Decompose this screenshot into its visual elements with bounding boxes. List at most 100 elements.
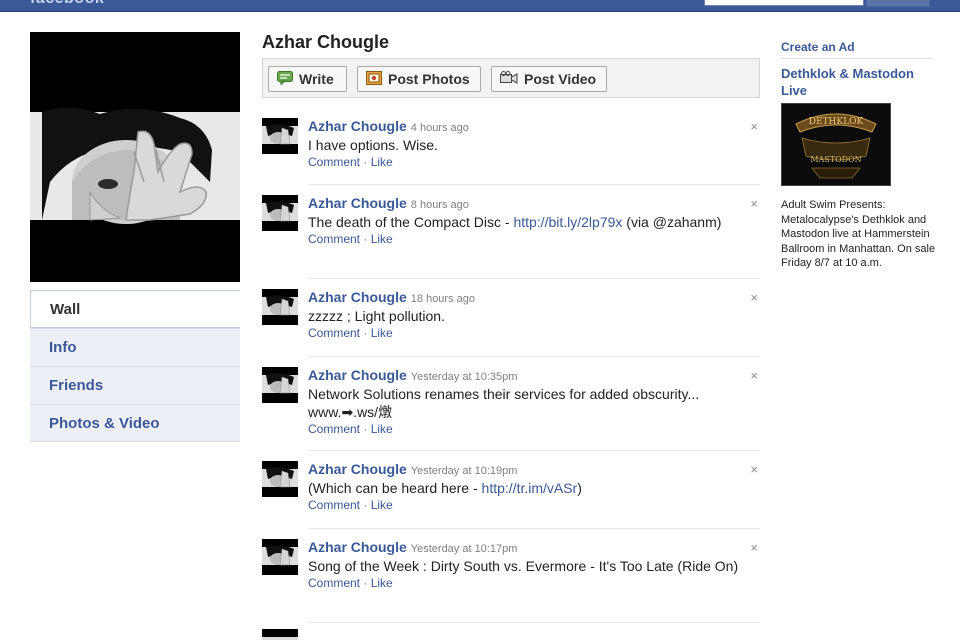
like-link[interactable]: Like: [371, 232, 393, 246]
avatar[interactable]: [262, 118, 298, 154]
avatar[interactable]: [262, 195, 298, 231]
story: Azhar Chougle 4 hours ago I have options.…: [262, 108, 760, 185]
profile-nav: Wall Info Friends Photos & Video: [30, 290, 240, 442]
story-text-suffix: (via @zahanm): [622, 214, 722, 230]
like-link[interactable]: Like: [371, 155, 393, 169]
story-actions: Comment · Like: [308, 498, 760, 512]
close-icon[interactable]: ×: [750, 196, 758, 211]
story-timestamp[interactable]: 4 hours ago: [411, 122, 469, 134]
ad-image-dethklok-text: DETHKLOK: [809, 117, 864, 127]
post-photos-label: Post Photos: [388, 71, 470, 87]
search-input[interactable]: [704, 0, 864, 6]
story-actor[interactable]: Azhar Chougle: [308, 195, 407, 211]
post-photos-button[interactable]: Post Photos: [357, 66, 481, 92]
action-separator: ·: [360, 232, 371, 246]
story-actor[interactable]: Azhar Chougle: [308, 289, 407, 305]
action-separator: ·: [360, 498, 371, 512]
story-message: (Which can be heard here - http://tr.im/…: [308, 479, 760, 497]
story: Azhar Chougle 18 hours ago zzzzz ; Light …: [262, 279, 760, 357]
nav-info[interactable]: Info: [30, 328, 240, 366]
story-actor[interactable]: Azhar Chougle: [308, 539, 407, 555]
comment-link[interactable]: Comment: [308, 232, 360, 246]
write-button[interactable]: Write: [268, 66, 347, 92]
story-timestamp[interactable]: Yesterday at 10:19pm: [411, 465, 518, 477]
action-separator: ·: [360, 326, 371, 340]
avatar[interactable]: [262, 629, 298, 640]
story-text: The death of the Compact Disc -: [308, 214, 514, 230]
story-text: Song of the Week : Dirty South vs. Everm…: [308, 558, 739, 574]
ad-divider: [781, 58, 933, 59]
story-message: Song of the Week : Dirty South vs. Everm…: [308, 557, 760, 575]
story-actions: Comment · Like: [308, 232, 760, 246]
story-message: zzzzz ; Light pollution.: [308, 307, 760, 325]
story: Azhar Chougle Yesterday at 10:19pm (Which…: [262, 451, 760, 529]
like-link[interactable]: Like: [371, 498, 393, 512]
story-message: The death of the Compact Disc - http://b…: [308, 213, 760, 231]
like-link[interactable]: Like: [371, 326, 393, 340]
nav-wall[interactable]: Wall: [30, 290, 240, 328]
story-timestamp[interactable]: Yesterday at 10:35pm: [411, 371, 518, 383]
avatar[interactable]: [262, 539, 298, 575]
ad-image[interactable]: DETHKLOK MASTODON: [781, 103, 891, 186]
story-partial: [262, 623, 760, 640]
close-icon[interactable]: ×: [750, 540, 758, 555]
ad-image-mastodon-text: MASTODON: [810, 155, 861, 164]
avatar[interactable]: [262, 289, 298, 325]
story-message: Network Solutions renames their services…: [308, 385, 760, 421]
like-link[interactable]: Like: [371, 576, 393, 590]
nav-photos-video[interactable]: Photos & Video: [30, 404, 240, 442]
story-actor[interactable]: Azhar Chougle: [308, 367, 407, 383]
story-link[interactable]: http://tr.im/vASr: [482, 480, 578, 496]
photo-icon: [366, 70, 382, 88]
comment-link[interactable]: Comment: [308, 498, 360, 512]
like-link[interactable]: Like: [371, 422, 393, 436]
story: Azhar Chougle Yesterday at 10:17pm Song o…: [262, 529, 760, 623]
story-actions: Comment · Like: [308, 576, 760, 590]
comment-link[interactable]: Comment: [308, 422, 360, 436]
post-video-button[interactable]: Post Video: [491, 66, 607, 92]
story-timestamp[interactable]: 8 hours ago: [411, 199, 469, 211]
close-icon[interactable]: ×: [750, 290, 758, 305]
post-video-label: Post Video: [524, 71, 597, 87]
close-icon[interactable]: ×: [750, 119, 758, 134]
story-text: zzzzz ; Light pollution.: [308, 308, 445, 324]
search-button[interactable]: [866, 0, 930, 7]
story-actions: Comment · Like: [308, 422, 760, 436]
ad-title[interactable]: Dethklok & Mastodon Live: [781, 65, 941, 99]
story-link[interactable]: http://bit.ly/2lp79x: [513, 214, 622, 230]
story-timestamp[interactable]: Yesterday at 10:17pm: [411, 543, 518, 555]
story-actions: Comment · Like: [308, 326, 760, 340]
story-text-suffix: ): [577, 480, 582, 496]
profile-picture[interactable]: [30, 32, 240, 282]
action-separator: ·: [360, 576, 371, 590]
story-text: Network Solutions renames their services…: [308, 386, 700, 420]
story-actor[interactable]: Azhar Chougle: [308, 461, 407, 477]
close-icon[interactable]: ×: [750, 368, 758, 383]
avatar[interactable]: [262, 461, 298, 497]
story-message: I have options. Wise.: [308, 136, 760, 154]
story: Azhar Chougle Yesterday at 10:35pm Networ…: [262, 357, 760, 451]
comment-link[interactable]: Comment: [308, 155, 360, 169]
avatar[interactable]: [262, 367, 298, 403]
story-text: (Which can be heard here -: [308, 480, 482, 496]
story-text: I have options. Wise.: [308, 137, 438, 153]
story-actions: Comment · Like: [308, 155, 760, 169]
publisher-bar: Write Post Photos Post Video: [262, 58, 760, 98]
comment-link[interactable]: Comment: [308, 576, 360, 590]
facebook-logo[interactable]: facebook: [30, 0, 104, 8]
story: Azhar Chougle 8 hours ago The death of th…: [262, 185, 760, 279]
action-separator: ·: [360, 422, 371, 436]
action-separator: ·: [360, 155, 371, 169]
comment-link[interactable]: Comment: [308, 326, 360, 340]
wall-stream: Azhar Chougle 4 hours ago I have options.…: [262, 108, 760, 640]
story-actor[interactable]: Azhar Chougle: [308, 118, 407, 134]
video-camera-icon: [500, 70, 518, 88]
top-bar: facebook: [0, 0, 960, 12]
write-label: Write: [299, 71, 334, 87]
close-icon[interactable]: ×: [750, 462, 758, 477]
nav-friends[interactable]: Friends: [30, 366, 240, 404]
speech-bubble-icon: [277, 70, 293, 88]
story-timestamp[interactable]: 18 hours ago: [411, 293, 475, 305]
create-ad-link[interactable]: Create an Ad: [781, 40, 855, 54]
ad-description: Adult Swim Presents: Metalocalypse's Det…: [781, 199, 936, 269]
